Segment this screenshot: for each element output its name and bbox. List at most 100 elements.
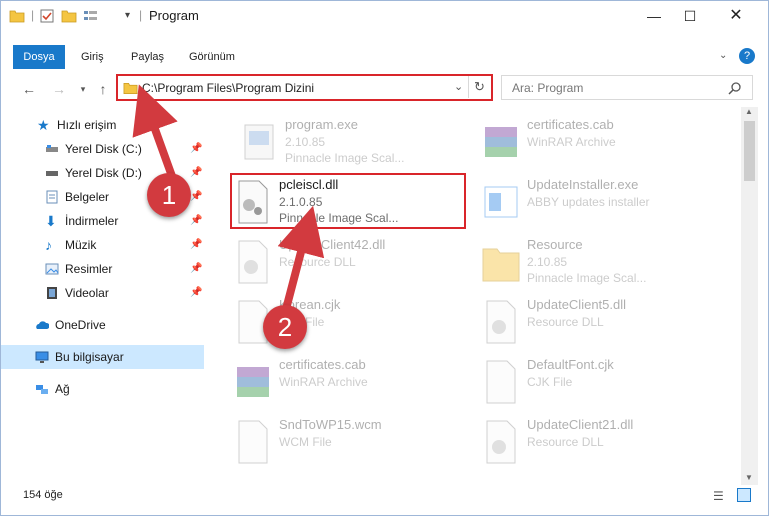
file-highlight: [230, 173, 466, 229]
installer-icon: [484, 186, 518, 218]
drive-icon: [46, 171, 58, 176]
file-name: DefaultFont.cjk: [527, 357, 614, 372]
separator: |: [31, 8, 35, 22]
file-item[interactable]: certificates.cab WinRAR Archive: [233, 355, 463, 411]
file-item[interactable]: UpdateClient42.dll Resource DLL: [233, 235, 463, 291]
search-icon: [728, 82, 741, 95]
tab-home[interactable]: Giriş: [71, 45, 114, 69]
pin-icon[interactable]: 📌: [190, 257, 202, 281]
sidebar-item-this-pc[interactable]: Bu bilgisayar: [1, 345, 204, 369]
computer-icon: [35, 351, 49, 363]
maximize-button[interactable]: ☐: [667, 1, 713, 31]
file-item[interactable]: UpdateInstaller.exe ABBY updates install…: [481, 175, 711, 231]
up-button[interactable]: ↑: [93, 79, 113, 99]
scroll-down-icon[interactable]: ▼: [745, 473, 753, 482]
ribbon-tabs: Dosya Giriş Paylaş Görünüm ⌄ ?: [1, 45, 768, 69]
scroll-up-icon[interactable]: ▲: [745, 107, 753, 116]
file-name: certificates.cab: [527, 117, 614, 132]
file-item[interactable]: DefaultFont.cjk CJK File: [481, 355, 711, 411]
file-name: UpdateClient5.dll: [527, 297, 627, 312]
sidebar-item-label: Yerel Disk (D:): [65, 166, 142, 180]
file-name: UpdateInstaller.exe: [527, 177, 639, 192]
sidebar-item-disk-c[interactable]: Yerel Disk (C:) 📌: [1, 137, 204, 161]
tab-file[interactable]: Dosya: [13, 45, 65, 69]
file-version: 2.10.85: [527, 255, 568, 269]
pin-icon[interactable]: 📌: [190, 185, 202, 209]
file-item[interactable]: certificates.cab WinRAR Archive: [481, 115, 711, 171]
view-icon[interactable]: [83, 8, 101, 24]
search-input[interactable]: Ara: Program: [512, 81, 583, 95]
sidebar-item-pictures[interactable]: Resimler 📌: [1, 257, 204, 281]
sidebar-item-label: Ağ: [55, 382, 70, 396]
customize-dropdown-icon[interactable]: ▾: [125, 10, 130, 26]
step-badge-1: 1: [147, 173, 191, 217]
file-type: Resource DLL: [527, 315, 604, 329]
file-type: Pinnacle Image Scal...: [285, 151, 405, 165]
help-icon[interactable]: ?: [739, 48, 755, 64]
file-item[interactable]: SndToWP15.wcm WCM File: [233, 415, 463, 471]
file-name: SndToWP15.wcm: [279, 417, 382, 432]
file-type: WCM File: [279, 435, 332, 449]
sidebar-item-label: Hızlı erişim: [57, 118, 117, 132]
file-name: program.exe: [285, 117, 358, 132]
sidebar-item-label: Yerel Disk (C:): [65, 142, 142, 156]
sidebar-item-label: Videolar: [65, 286, 109, 300]
video-icon: [47, 287, 57, 299]
file-name: Resource: [527, 237, 583, 252]
pin-icon[interactable]: 📌: [190, 281, 202, 305]
sidebar-item-onedrive[interactable]: OneDrive: [1, 313, 204, 337]
title-bar: | ▾ | Program — ☐ ✕: [1, 1, 768, 31]
window-title: Program: [149, 8, 199, 23]
sidebar-item-music[interactable]: ♪ Müzik 📌: [1, 233, 204, 257]
file-type: WinRAR Archive: [527, 135, 616, 149]
file-item[interactable]: program.exe 2.10.85 Pinnacle Image Scal.…: [239, 115, 469, 171]
pin-icon[interactable]: 📌: [190, 233, 202, 257]
star-icon: ★: [37, 117, 50, 133]
pin-icon[interactable]: 📌: [190, 161, 202, 185]
explorer-window: | ▾ | Program — ☐ ✕ Dosya Giriş Paylaş G…: [0, 0, 769, 516]
sidebar-item-label: Resimler: [65, 262, 113, 276]
pin-icon[interactable]: 📌: [190, 137, 202, 161]
recent-locations-button[interactable]: ▾: [73, 79, 93, 99]
chevron-down-icon[interactable]: ⌄: [719, 50, 727, 61]
large-icons-view-icon[interactable]: [737, 488, 751, 502]
exe-file-icon: [244, 124, 274, 160]
scrollbar-thumb[interactable]: [744, 121, 755, 181]
file-item[interactable]: UpdateClient5.dll Resource DLL: [481, 295, 711, 351]
details-view-icon[interactable]: ☰: [713, 489, 724, 503]
file-type: Resource DLL: [279, 255, 356, 269]
pictures-icon: [45, 263, 59, 275]
file-icon: [238, 420, 268, 464]
new-folder-icon[interactable]: [61, 8, 77, 24]
file-type: WinRAR Archive: [279, 375, 368, 389]
sidebar-item-label: İndirmeler: [65, 214, 119, 228]
vertical-scrollbar[interactable]: ▲ ▼: [741, 107, 758, 485]
tab-view[interactable]: Görünüm: [179, 45, 245, 69]
file-name: certificates.cab: [279, 357, 366, 372]
archive-icon: [485, 127, 517, 157]
sidebar-item-quick-access[interactable]: ★ Hızlı erişim: [1, 113, 204, 137]
sidebar-item-label: Belgeler: [65, 190, 110, 204]
cloud-icon: [36, 321, 49, 329]
properties-icon[interactable]: [39, 8, 55, 24]
back-button[interactable]: ←: [19, 79, 39, 99]
music-icon: ♪: [45, 237, 52, 253]
file-item[interactable]: UpdateClient21.dll Resource DLL: [481, 415, 711, 471]
search-box[interactable]: Ara: Program: [501, 75, 753, 100]
folder-icon: [9, 10, 25, 23]
dll-file-icon: [238, 240, 268, 284]
sidebar-item-videos[interactable]: Videolar 📌: [1, 281, 204, 305]
close-button[interactable]: ✕: [713, 1, 759, 31]
pin-icon[interactable]: 📌: [190, 209, 202, 233]
status-bar: 154 öğe ☰: [1, 487, 768, 515]
navigation-pane: ★ Hızlı erişim Yerel Disk (C:) 📌 Yerel D…: [1, 107, 206, 485]
sidebar-item-network[interactable]: Ağ: [1, 377, 204, 401]
folder-icon: [482, 248, 520, 282]
forward-button[interactable]: →: [49, 79, 69, 99]
sidebar-item-label: Bu bilgisayar: [55, 350, 124, 364]
tab-share[interactable]: Paylaş: [121, 45, 174, 69]
file-item[interactable]: Resource 2.10.85 Pinnacle Image Scal...: [481, 235, 711, 291]
item-count: 154 öğe: [23, 489, 63, 501]
file-name: UpdateClient42.dll: [279, 237, 386, 252]
drive-icon: [46, 145, 58, 152]
